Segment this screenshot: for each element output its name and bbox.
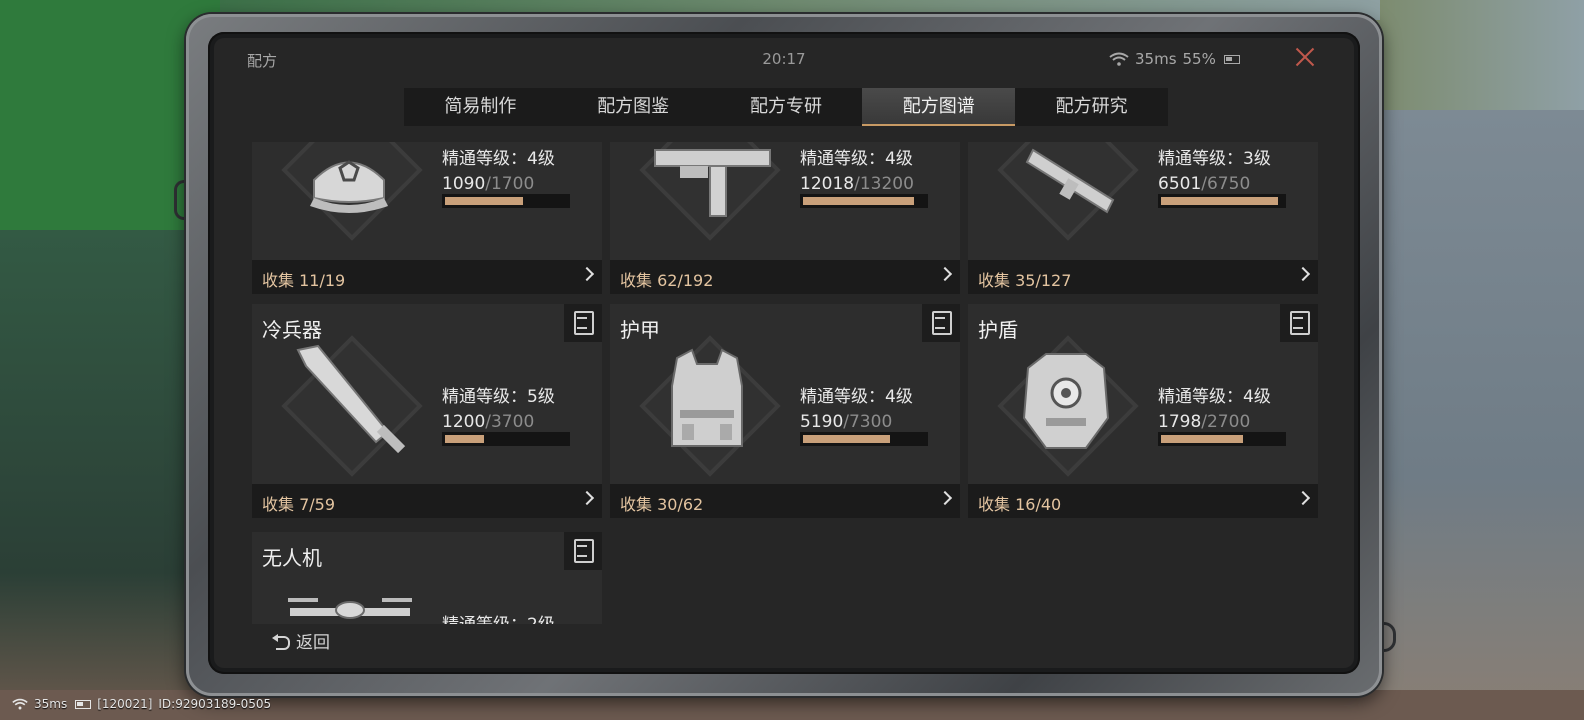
chevron-right-icon bbox=[1295, 490, 1311, 506]
mastery-level: 精通等级：4级 bbox=[1158, 387, 1271, 407]
recipe-book-icon[interactable] bbox=[922, 304, 960, 342]
recipe-screen: 配方 20:17 35ms 55% 简易制作 配方图鉴 配方专研 配方图谱 配方… bbox=[214, 38, 1354, 668]
mastery-level: 精通等级：5级 bbox=[442, 387, 555, 407]
mastery-progress: 1798/2700 bbox=[1158, 412, 1251, 432]
recipe-card-shield[interactable]: 护盾 精通等级：4级 1798/2700 收集 16/40 bbox=[968, 304, 1318, 518]
mastery-progress: 6501/6750 bbox=[1158, 174, 1251, 194]
mastery-level: 精通等级：2级 bbox=[442, 610, 555, 624]
ping-value: 35ms bbox=[1135, 50, 1177, 68]
recipe-book-icon[interactable] bbox=[1280, 304, 1318, 342]
mastery-level: 精通等级：4级 bbox=[800, 387, 913, 407]
progress-fill bbox=[1161, 197, 1278, 205]
chevron-right-icon bbox=[579, 490, 595, 506]
collection-bar[interactable]: 收集 16/40 bbox=[968, 484, 1318, 518]
status-bar: 配方 20:17 35ms 55% bbox=[214, 38, 1354, 80]
chevron-right-icon bbox=[1295, 266, 1311, 282]
cap-icon bbox=[310, 160, 388, 213]
smg-icon bbox=[654, 149, 771, 217]
recipe-card[interactable]: 精通等级：3级 6501/6750 收集 35/127 bbox=[968, 142, 1318, 294]
progress-bar bbox=[1158, 194, 1286, 208]
launcher-icon bbox=[1025, 148, 1115, 214]
mastery-level: 精通等级：4级 bbox=[442, 149, 555, 169]
collection-count: 收集 16/40 bbox=[978, 495, 1062, 514]
wifi-icon bbox=[12, 698, 28, 710]
recipe-card-drone[interactable]: 无人机 精通等级：2级 bbox=[252, 532, 602, 624]
back-label: 返回 bbox=[296, 633, 330, 653]
mastery-level: 精通等级：4级 bbox=[800, 149, 913, 169]
chevron-right-icon bbox=[937, 266, 953, 282]
recipe-book-icon[interactable] bbox=[564, 304, 602, 342]
collection-bar[interactable]: 收集 62/192 bbox=[610, 260, 960, 294]
shield-icon bbox=[1022, 353, 1110, 449]
mastery-progress: 12018/13200 bbox=[800, 174, 914, 194]
footer-status: 35ms [120021] ID:92903189-0505 bbox=[12, 697, 271, 711]
recipe-card[interactable]: 精通等级：4级 12018/13200 收集 62/192 bbox=[610, 142, 960, 294]
collection-bar[interactable]: 收集 11/19 bbox=[252, 260, 602, 294]
drone-icon bbox=[288, 598, 412, 619]
progress-bar bbox=[442, 194, 570, 208]
progress-bar bbox=[442, 432, 570, 446]
progress-bar bbox=[800, 194, 928, 208]
close-icon[interactable] bbox=[1292, 44, 1318, 70]
tab-recipe-codex[interactable]: 配方图鉴 bbox=[557, 88, 710, 126]
chevron-right-icon bbox=[579, 266, 595, 282]
battery-icon bbox=[75, 699, 92, 709]
chevron-right-icon bbox=[937, 490, 953, 506]
recipe-card[interactable]: 精通等级：4级 1090/1700 收集 11/19 bbox=[252, 142, 602, 294]
collection-bar[interactable]: 收集 7/59 bbox=[252, 484, 602, 518]
footer-ping: 35ms bbox=[34, 697, 68, 711]
collection-count: 收集 62/192 bbox=[620, 271, 714, 290]
tab-recipe-research[interactable]: 配方研究 bbox=[1015, 88, 1168, 126]
progress-fill bbox=[445, 197, 523, 205]
recipe-card-melee[interactable]: 冷兵器 精通等级：5级 1200/3700 收集 7/59 bbox=[252, 304, 602, 518]
battery-percent: 55% bbox=[1182, 50, 1216, 68]
recipe-card-armor[interactable]: 护甲 精通等级：4级 5190/7300 收集 30/62 bbox=[610, 304, 960, 518]
progress-fill bbox=[803, 435, 890, 443]
collection-count: 收集 7/59 bbox=[262, 495, 336, 514]
recipe-grid: 精通等级：4级 1090/1700 收集 11/19 精通等级：4级 12018… bbox=[252, 142, 1318, 624]
progress-bar bbox=[800, 432, 928, 446]
mastery-progress: 1090/1700 bbox=[442, 174, 535, 194]
tab-simple-craft[interactable]: 简易制作 bbox=[404, 88, 557, 126]
category-name: 护甲 bbox=[620, 318, 660, 342]
back-button[interactable]: 返回 bbox=[272, 628, 330, 653]
collection-bar[interactable]: 收集 30/62 bbox=[610, 484, 960, 518]
mastery-progress: 1200/3700 bbox=[442, 412, 535, 432]
category-name: 无人机 bbox=[262, 546, 322, 570]
progress-bar bbox=[1158, 432, 1286, 446]
player-id: ID:92903189-0505 bbox=[158, 697, 272, 711]
collection-count: 收集 30/62 bbox=[620, 495, 704, 514]
vest-icon bbox=[671, 348, 743, 447]
tab-bar: 简易制作 配方图鉴 配方专研 配方图谱 配方研究 bbox=[404, 88, 1168, 126]
collection-count: 收集 11/19 bbox=[262, 271, 346, 290]
category-name: 护盾 bbox=[978, 318, 1018, 342]
mastery-progress: 5190/7300 bbox=[800, 412, 893, 432]
progress-fill bbox=[445, 435, 484, 443]
progress-fill bbox=[803, 197, 914, 205]
back-arrow-icon bbox=[272, 633, 290, 650]
server-id: [120021] bbox=[97, 697, 153, 711]
wifi-icon bbox=[1109, 52, 1129, 66]
progress-fill bbox=[1161, 435, 1243, 443]
machete-icon bbox=[296, 344, 406, 454]
collection-bar[interactable]: 收集 35/127 bbox=[968, 260, 1318, 294]
tab-recipe-atlas[interactable]: 配方图谱 bbox=[862, 88, 1016, 126]
battery-icon bbox=[1223, 54, 1240, 64]
category-name: 冷兵器 bbox=[262, 318, 322, 342]
collection-count: 收集 35/127 bbox=[978, 271, 1072, 290]
tab-recipe-study[interactable]: 配方专研 bbox=[710, 88, 863, 126]
recipe-book-icon[interactable] bbox=[564, 532, 602, 570]
network-status: 35ms 55% bbox=[1109, 50, 1240, 68]
mastery-level: 精通等级：3级 bbox=[1158, 149, 1271, 169]
